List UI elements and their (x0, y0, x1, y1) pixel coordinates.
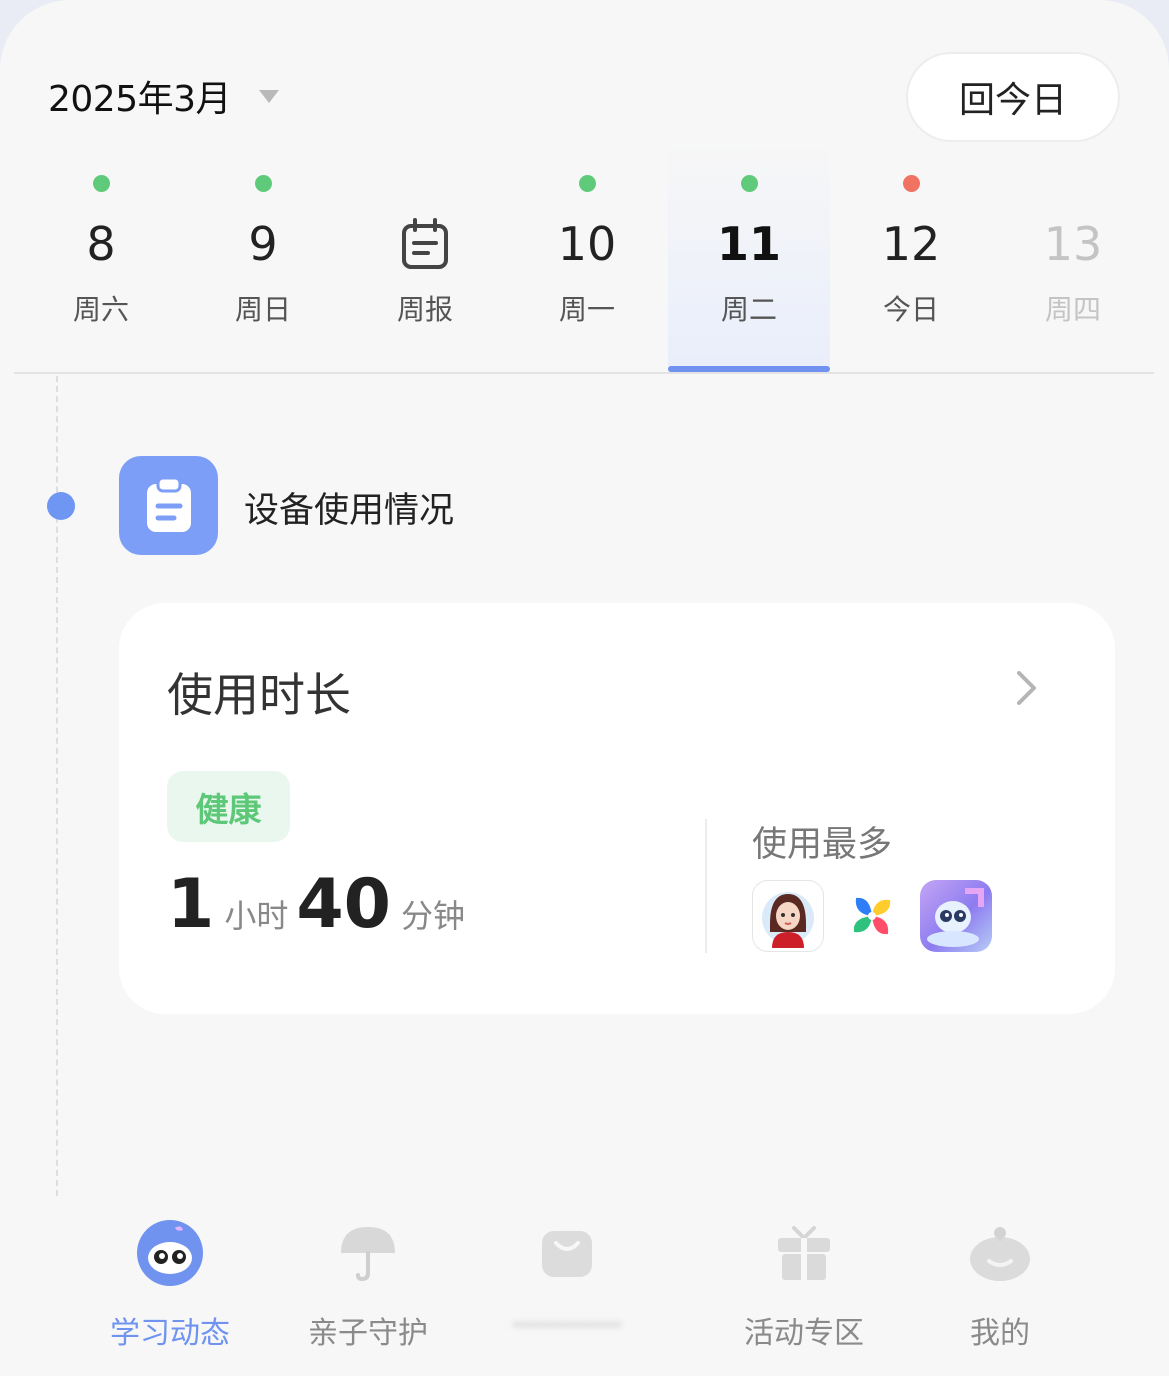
usage-duration: 1 小时 40 分钟 (167, 865, 473, 945)
status-badge: 健康 (167, 771, 290, 842)
umbrella-icon (333, 1218, 403, 1288)
most-used-apps (752, 880, 1004, 952)
minutes-unit: 分钟 (400, 897, 465, 935)
tab-shop[interactable]: ━━━━━━ (467, 1200, 667, 1376)
tab-label-blurred: ━━━━━━ (512, 1308, 622, 1343)
day-11-selected[interactable]: 11 周二 (668, 140, 830, 372)
divider (14, 372, 1154, 374)
status-dot-green (578, 175, 596, 192)
day-label: 周四 (1044, 293, 1101, 326)
month-selector[interactable]: 2025年3月 (48, 70, 280, 122)
tab-learning-updates[interactable]: 学习动态 (70, 1200, 270, 1376)
hours-unit: 小时 (224, 897, 289, 935)
day-label: 周一 (558, 293, 615, 326)
status-dot-green (740, 175, 758, 192)
day-label: 周二 (720, 293, 777, 326)
day-number: 12 (881, 217, 941, 271)
day-number: 11 (716, 217, 781, 271)
calendar-report-icon (401, 214, 449, 274)
card-title: 使用时长 (167, 668, 351, 722)
status-dot-red (902, 175, 920, 192)
timeline-dot (47, 492, 75, 520)
tab-events[interactable]: 活动专区 (704, 1200, 904, 1376)
day-label: 周报 (396, 293, 453, 326)
vertical-divider (705, 819, 707, 953)
day-label: 周日 (234, 293, 291, 326)
month-label: 2025年3月 (48, 79, 232, 120)
minutes-value: 40 (296, 865, 391, 944)
robot-app-icon (920, 880, 992, 952)
tab-label: 我的 (970, 1316, 1030, 1351)
tab-label: 活动专区 (744, 1316, 864, 1351)
day-8[interactable]: 8 周六 (20, 140, 182, 372)
status-dot-green (92, 175, 110, 192)
back-to-today-button[interactable]: 回今日 (906, 52, 1120, 142)
section-title: 设备使用情况 (244, 491, 455, 531)
day-13-future: 13 周四 (992, 140, 1154, 372)
tab-mine[interactable]: 我的 (900, 1200, 1100, 1376)
day-label: 周六 (72, 293, 129, 326)
gift-icon (769, 1218, 839, 1288)
chevron-right-icon[interactable] (1015, 669, 1039, 711)
clipboard-icon (119, 456, 218, 555)
hours-value: 1 (167, 865, 215, 944)
owl-mascot-icon (135, 1218, 205, 1288)
shopping-bag-icon (532, 1218, 602, 1288)
tab-label: 学习动态 (110, 1316, 230, 1351)
day-number: 13 (1043, 217, 1103, 271)
profile-face-icon (965, 1218, 1035, 1288)
tab-parental-guard[interactable]: 亲子守护 (268, 1200, 468, 1376)
day-number: 9 (248, 217, 278, 271)
bottom-tab-bar: 学习动态 亲子守护 ━━━━━━ 活动专区 我的 (0, 1200, 1169, 1376)
status-dot-green (254, 175, 272, 192)
day-number: 8 (86, 217, 116, 271)
day-number: 10 (557, 217, 617, 271)
caret-down-icon (259, 89, 280, 103)
day-strip: 8 周六 9 周日 周报 10 周一 11 周二 12 今日 13 周四 (14, 140, 1154, 372)
usage-duration-card[interactable]: 使用时长 健康 1 小时 40 分钟 使用最多 (119, 603, 1115, 1014)
day-9[interactable]: 9 周日 (182, 140, 344, 372)
most-used-label: 使用最多 (752, 825, 893, 865)
avatar-app-icon (752, 880, 824, 952)
day-12-today[interactable]: 12 今日 (830, 140, 992, 372)
day-10[interactable]: 10 周一 (506, 140, 668, 372)
pinwheel-app-icon (836, 880, 908, 952)
weekly-report[interactable]: 周报 (344, 140, 506, 372)
tab-label: 亲子守护 (308, 1316, 428, 1351)
day-label: 今日 (882, 293, 939, 326)
app-panel: 2025年3月 回今日 8 周六 9 周日 周报 10 周一 11 周二 12 … (0, 0, 1169, 1376)
